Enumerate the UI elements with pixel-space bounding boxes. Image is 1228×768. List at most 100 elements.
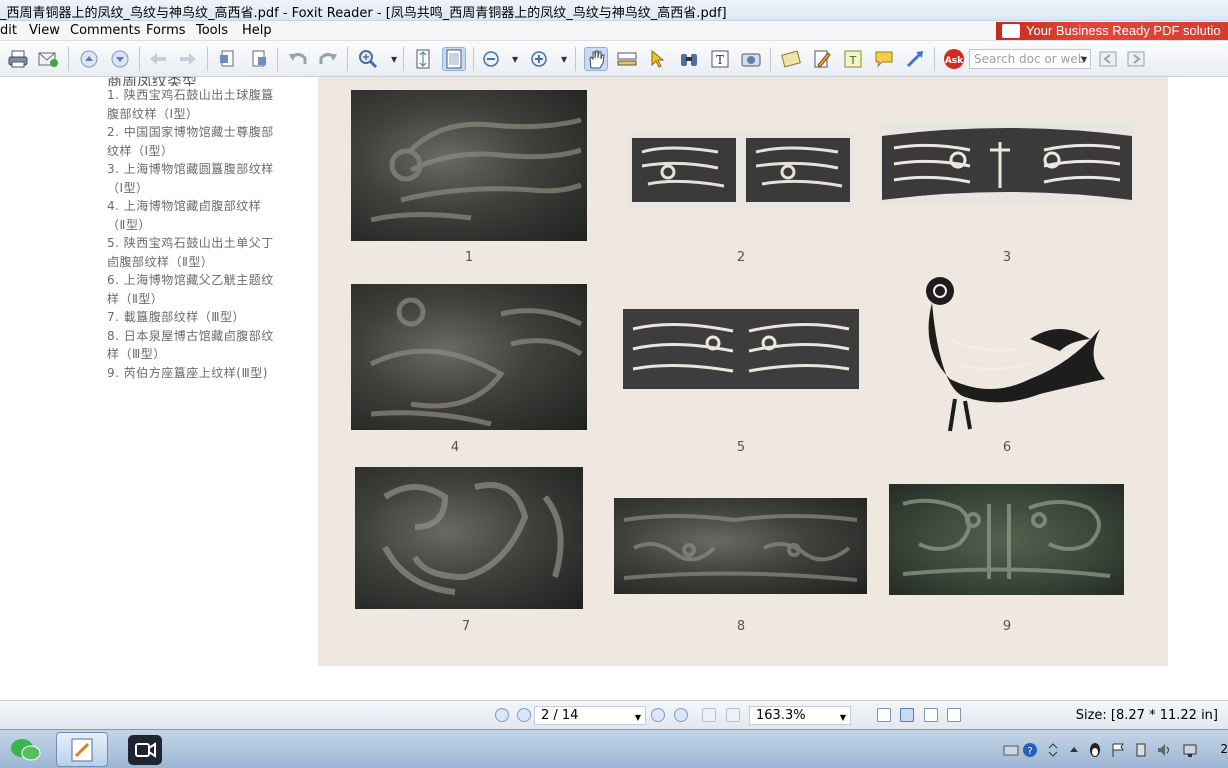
qq-penguin-icon[interactable]	[1087, 742, 1103, 758]
last-page-icon[interactable]	[674, 708, 688, 722]
volume-icon[interactable]	[1156, 742, 1172, 758]
flag-icon[interactable]	[1110, 742, 1126, 758]
previous-page-icon[interactable]	[517, 708, 531, 722]
note-icon[interactable]	[872, 47, 896, 71]
chevron-updown-icon[interactable]	[1045, 742, 1061, 758]
taskbar-foxit[interactable]	[56, 732, 108, 767]
promo-banner[interactable]: Your Business Ready PDF solutio	[996, 22, 1228, 40]
arrow-annotation-icon[interactable]	[903, 47, 927, 71]
select-arrow-icon[interactable]	[646, 47, 670, 71]
search-prev-icon[interactable]	[1096, 47, 1120, 71]
bronze-photo-8	[614, 498, 867, 594]
chevron-down-icon[interactable]: ▼	[561, 55, 569, 64]
typewriter-icon[interactable]: T	[708, 47, 732, 71]
caption-line: 7. 載簋腹部纹样（Ⅲ型）	[107, 310, 246, 324]
document-view[interactable]: 商周凤纹类型 1. 陕西宝鸡石鼓山出土球腹簋 腹部纹样（Ⅰ型） 2. 中国国家博…	[0, 77, 1228, 700]
figure-number-7: 7	[461, 619, 471, 634]
toolbar: ▼ ▼ ▼ T T Ask Search doc or web ▼	[0, 41, 1228, 77]
previous-page-icon[interactable]	[77, 47, 101, 71]
snapshot-icon[interactable]	[739, 47, 763, 71]
menu-edit[interactable]: dit	[0, 23, 17, 38]
textbox-icon[interactable]: T	[841, 47, 865, 71]
zoom-field[interactable]: 163.3% ▼	[749, 706, 851, 725]
bronze-photo-9	[889, 484, 1124, 595]
keyboard-icon[interactable]	[1003, 742, 1019, 758]
show-hidden-icons-icon[interactable]	[1066, 742, 1082, 758]
undo-icon[interactable]	[286, 47, 310, 71]
forward-arrow-icon[interactable]	[176, 47, 200, 71]
zoom-in-icon[interactable]	[356, 47, 380, 71]
caption-line: 样（Ⅱ型）	[107, 291, 164, 306]
back-view-icon[interactable]	[702, 708, 716, 722]
menu-tools[interactable]: Tools	[196, 23, 228, 38]
chevron-down-icon[interactable]: ▼	[391, 55, 399, 64]
next-page-icon[interactable]	[651, 708, 665, 722]
device-icon[interactable]	[1133, 742, 1149, 758]
figure-number-9: 9	[1002, 619, 1012, 634]
toolbar-separator	[770, 47, 771, 71]
menu-forms[interactable]: Forms	[146, 23, 186, 38]
clock: 2	[1220, 742, 1228, 756]
chevron-down-icon[interactable]: ▼	[512, 55, 520, 64]
caption-line: 1. 陕西宝鸡石鼓山出土球腹簋	[107, 88, 274, 102]
caption-list: 商周凤纹类型 1. 陕西宝鸡石鼓山出土球腹簋 腹部纹样（Ⅰ型） 2. 中国国家博…	[107, 77, 277, 382]
print-icon[interactable]	[6, 47, 30, 71]
caption-line: （Ⅰ型）	[107, 180, 149, 195]
extract-page-icon[interactable]	[246, 47, 270, 71]
menu-view[interactable]: View	[29, 23, 60, 38]
search-next-icon[interactable]	[1124, 47, 1148, 71]
menu-comments[interactable]: Comments	[70, 23, 140, 38]
next-page-icon[interactable]	[108, 47, 132, 71]
forward-view-icon[interactable]	[726, 708, 740, 722]
caption-line: 样（Ⅲ型）	[107, 347, 166, 361]
title-bar: _西周青铜器上的凤纹_鸟纹与神鸟纹_高西省.pdf - Foxit Reader…	[0, 0, 1228, 21]
help-icon[interactable]: ?	[1022, 742, 1038, 758]
ask-logo-icon: Ask	[942, 47, 966, 71]
redo-icon[interactable]	[316, 47, 340, 71]
figure-number-6: 6	[1002, 440, 1012, 455]
email-icon[interactable]	[36, 47, 60, 71]
attach-icon[interactable]	[779, 47, 803, 71]
chevron-down-icon[interactable]: ▼	[635, 713, 641, 722]
back-arrow-icon[interactable]	[146, 47, 170, 71]
toolbar-separator	[207, 47, 208, 71]
pencil-icon[interactable]	[810, 47, 834, 71]
toolbar-separator	[139, 47, 140, 71]
fit-page-icon[interactable]	[411, 47, 435, 71]
search-input[interactable]: Search doc or web	[969, 49, 1091, 69]
chevron-down-icon[interactable]: ▼	[840, 713, 846, 722]
network-icon[interactable]	[1182, 742, 1198, 758]
first-page-icon[interactable]	[495, 708, 509, 722]
page-size-label: Size: [8.27 * 11.22 in]	[1075, 708, 1218, 723]
bronze-photo-7	[355, 467, 583, 609]
single-page-icon[interactable]	[877, 708, 891, 722]
zoom-out-icon[interactable]	[479, 47, 503, 71]
caption-line: 5. 陕西宝鸡石鼓山出土单父丁	[107, 236, 274, 250]
chevron-down-icon[interactable]: ▼	[1081, 55, 1089, 64]
page-indicator: 2 / 14	[541, 708, 579, 723]
page-number-field[interactable]: 2 / 14 ▼	[534, 706, 646, 725]
menu-help[interactable]: Help	[242, 23, 272, 38]
caption-line: 腹部纹样（Ⅰ型）	[107, 106, 199, 121]
zoom-plus-icon[interactable]	[527, 47, 551, 71]
hand-tool-icon[interactable]	[584, 47, 608, 71]
svg-text:Ask: Ask	[945, 56, 964, 66]
taskbar: ? 2	[0, 729, 1228, 768]
continuous-page-icon[interactable]	[900, 708, 914, 722]
caption-heading: 商周凤纹类型	[107, 77, 198, 86]
taskbar-wechat[interactable]	[0, 732, 52, 767]
continuous-facing-icon[interactable]	[947, 708, 961, 722]
toolbar-separator	[347, 47, 348, 71]
caption-line: 9. 芮伯方座簋座上纹样(Ⅲ型)	[107, 365, 268, 380]
caption-line: （Ⅱ型）	[107, 217, 151, 232]
find-binoculars-icon[interactable]	[677, 47, 701, 71]
pdf-page: 1 2 3 4 5 6 7 8 9	[318, 77, 1168, 666]
select-text-icon[interactable]	[615, 47, 639, 71]
fit-width-icon[interactable]	[442, 47, 466, 71]
insert-page-icon[interactable]	[216, 47, 240, 71]
facing-page-icon[interactable]	[924, 708, 938, 722]
taskbar-video-app[interactable]	[119, 732, 171, 767]
figure-number-1: 1	[464, 250, 474, 265]
toolbar-separator	[934, 47, 935, 71]
caption-line: 纹样（Ⅰ型）	[107, 143, 174, 158]
